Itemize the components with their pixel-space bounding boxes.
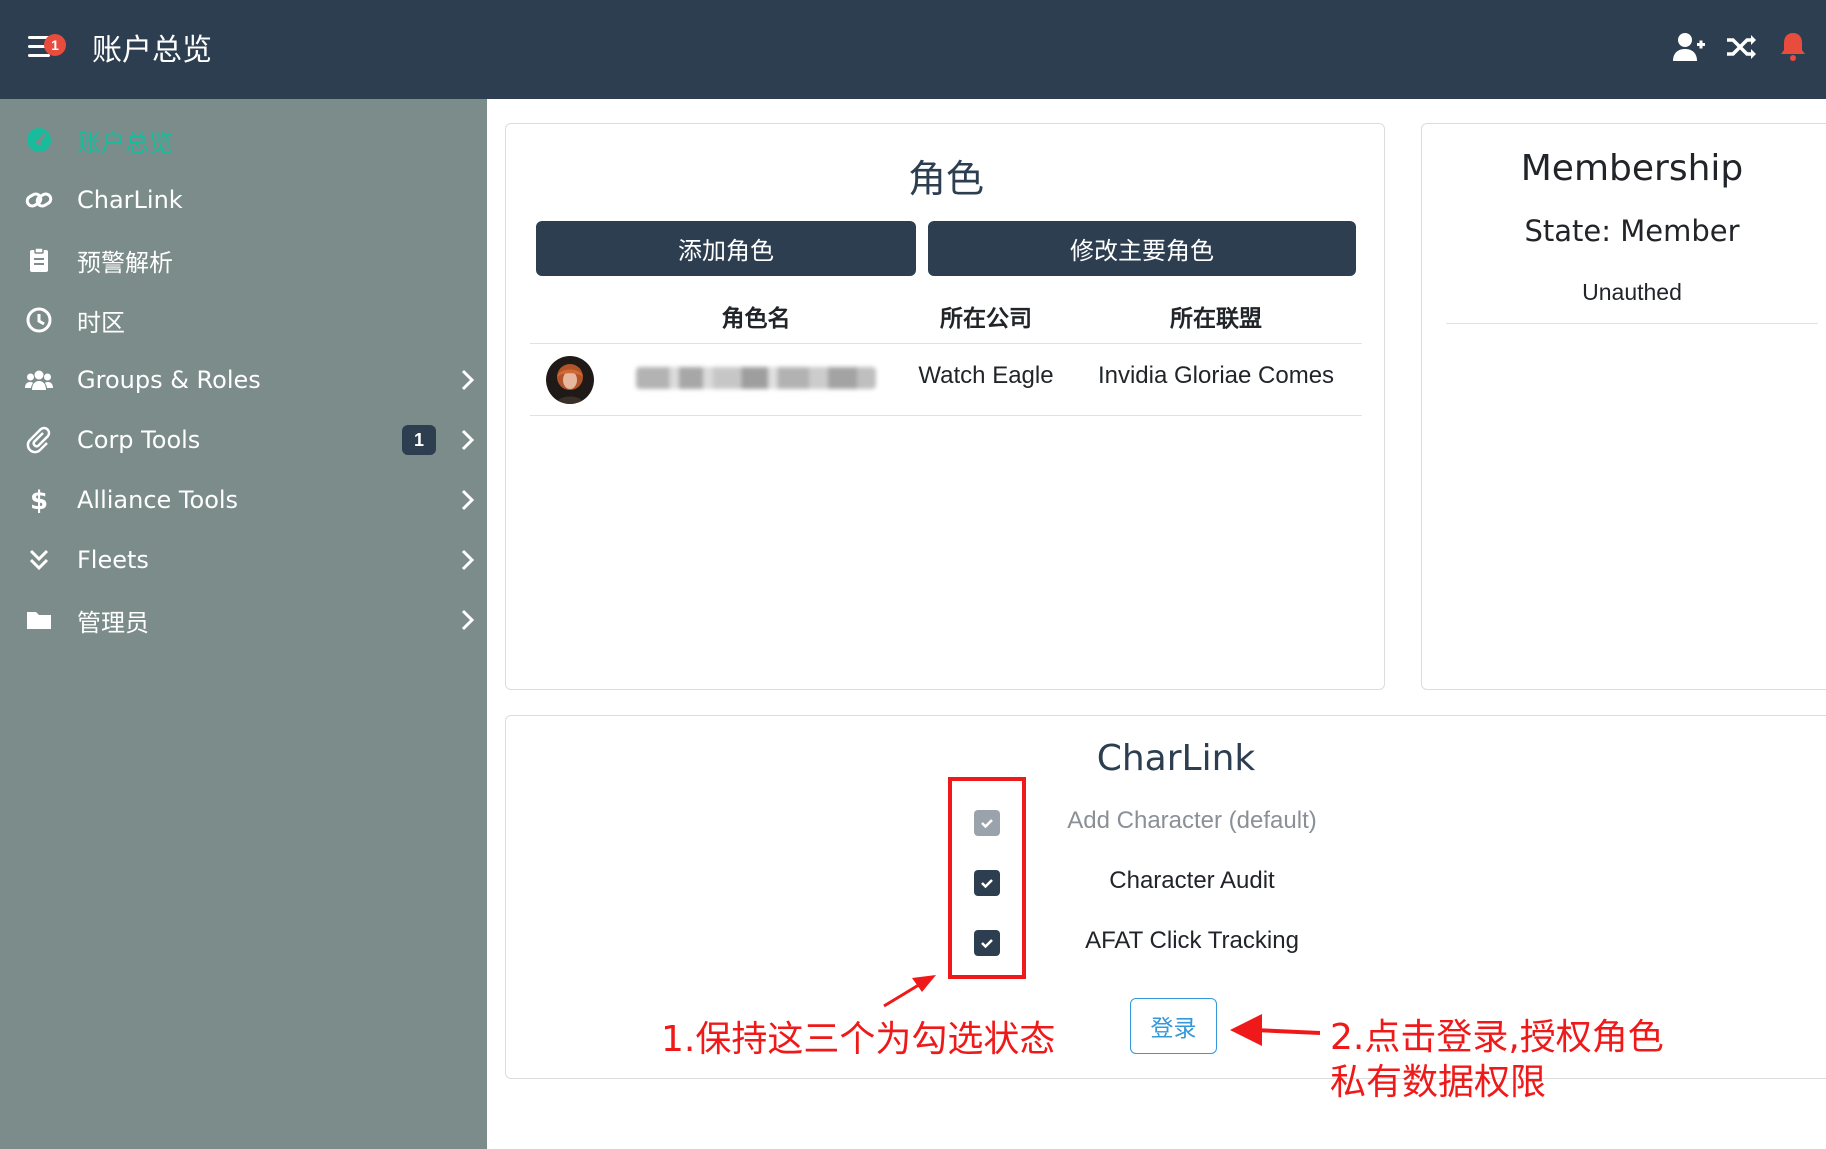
- sidebar-item-overview[interactable]: 账户总览: [0, 110, 487, 170]
- sidebar-item-label: Corp Tools: [77, 426, 201, 454]
- sidebar-item-corp-tools[interactable]: Corp Tools 1: [0, 410, 487, 470]
- characters-card: 角色 添加角色 修改主要角色 角色名 所在公司 所在联盟 Watch Eagle…: [505, 123, 1385, 690]
- character-corporation: Watch Eagle: [918, 362, 1054, 389]
- membership-title: Membership: [1520, 148, 1744, 189]
- chevron-right-icon: [458, 487, 478, 513]
- sidebar-item-label: Fleets: [77, 546, 149, 574]
- tachometer-icon: [24, 125, 54, 155]
- chevron-right-icon: [458, 547, 478, 573]
- sidebar-item-label: 预警解析: [77, 248, 173, 277]
- change-main-character-button[interactable]: 修改主要角色: [928, 221, 1356, 276]
- users-icon: [24, 365, 54, 395]
- sidebar-item-charlink[interactable]: CharLink: [0, 170, 487, 230]
- character-audit-label: Character Audit: [1109, 867, 1275, 894]
- add-character-label: Add Character (default): [1067, 807, 1317, 834]
- paperclip-icon: [24, 425, 54, 455]
- shuffle-icon[interactable]: [1724, 30, 1758, 64]
- column-header-corporation: 所在公司: [940, 306, 1032, 332]
- character-name-redacted: [636, 367, 876, 389]
- chevron-right-icon: [458, 427, 478, 453]
- sidebar-item-label: 时区: [77, 308, 125, 337]
- sidebar-item-label: Alliance Tools: [77, 486, 239, 514]
- sidebar-item-label: CharLink: [77, 186, 183, 214]
- membership-card: Membership State: Member Unauthed: [1421, 123, 1826, 690]
- afat-click-tracking-label: AFAT Click Tracking: [1085, 927, 1299, 954]
- sidebar-item-timezone[interactable]: 时区: [0, 290, 487, 350]
- chevron-right-icon: [458, 367, 478, 393]
- sidebar-item-label: 账户总览: [77, 128, 173, 157]
- column-header-character-name: 角色名: [721, 306, 791, 332]
- membership-auth-status: Unauthed: [1582, 279, 1682, 305]
- clipboard-icon: [24, 245, 54, 275]
- character-alliance: Invidia Gloriae Comes: [1097, 362, 1335, 389]
- top-navbar: 1 账户总览: [0, 0, 1826, 99]
- folder-icon: [24, 605, 54, 635]
- clock-icon: [24, 305, 54, 335]
- notification-badge: 1: [44, 34, 66, 56]
- count-badge: 1: [402, 425, 436, 455]
- svg-text:$: $: [30, 486, 48, 514]
- menu-toggle-button[interactable]: 1: [28, 34, 66, 60]
- page-title: 账户总览: [92, 33, 212, 68]
- membership-divider: [1446, 323, 1818, 324]
- sidebar-item-label: Groups & Roles: [77, 366, 261, 394]
- bell-icon[interactable]: [1776, 30, 1810, 64]
- link-icon: [24, 185, 54, 215]
- table-header-divider: [530, 343, 1362, 344]
- chevron-right-icon: [458, 607, 478, 633]
- sidebar-item-label: 管理员: [77, 608, 149, 637]
- charlink-title: CharLink: [1096, 738, 1256, 779]
- dollar-icon: $: [24, 485, 54, 515]
- sidebar-item-alliance-tools[interactable]: $ Alliance Tools: [0, 470, 487, 530]
- add-user-icon[interactable]: [1672, 30, 1706, 64]
- login-button[interactable]: 登录: [1130, 998, 1217, 1054]
- annotation-note-permissions: 私有数据权限: [1330, 1062, 1547, 1103]
- sidebar-item-admin[interactable]: 管理员: [0, 590, 487, 650]
- double-chevron-down-icon: [24, 545, 54, 575]
- character-avatar: [546, 356, 594, 404]
- membership-state: State: Member: [1524, 214, 1740, 248]
- column-header-alliance: 所在联盟: [1170, 306, 1262, 332]
- add-character-button[interactable]: 添加角色: [536, 221, 916, 276]
- characters-title: 角色: [907, 157, 984, 201]
- table-row-divider: [530, 415, 1362, 416]
- sidebar: 账户总览 CharLink 预警解析 时区 Groups & Roles Cor…: [0, 99, 487, 1149]
- annotation-highlight-box: [948, 777, 1026, 979]
- sidebar-item-alert-parser[interactable]: 预警解析: [0, 230, 487, 290]
- annotation-note-keep-checked: 1.保持这三个为勾选状态: [661, 1019, 1056, 1060]
- sidebar-item-fleets[interactable]: Fleets: [0, 530, 487, 590]
- sidebar-item-groups-roles[interactable]: Groups & Roles: [0, 350, 487, 410]
